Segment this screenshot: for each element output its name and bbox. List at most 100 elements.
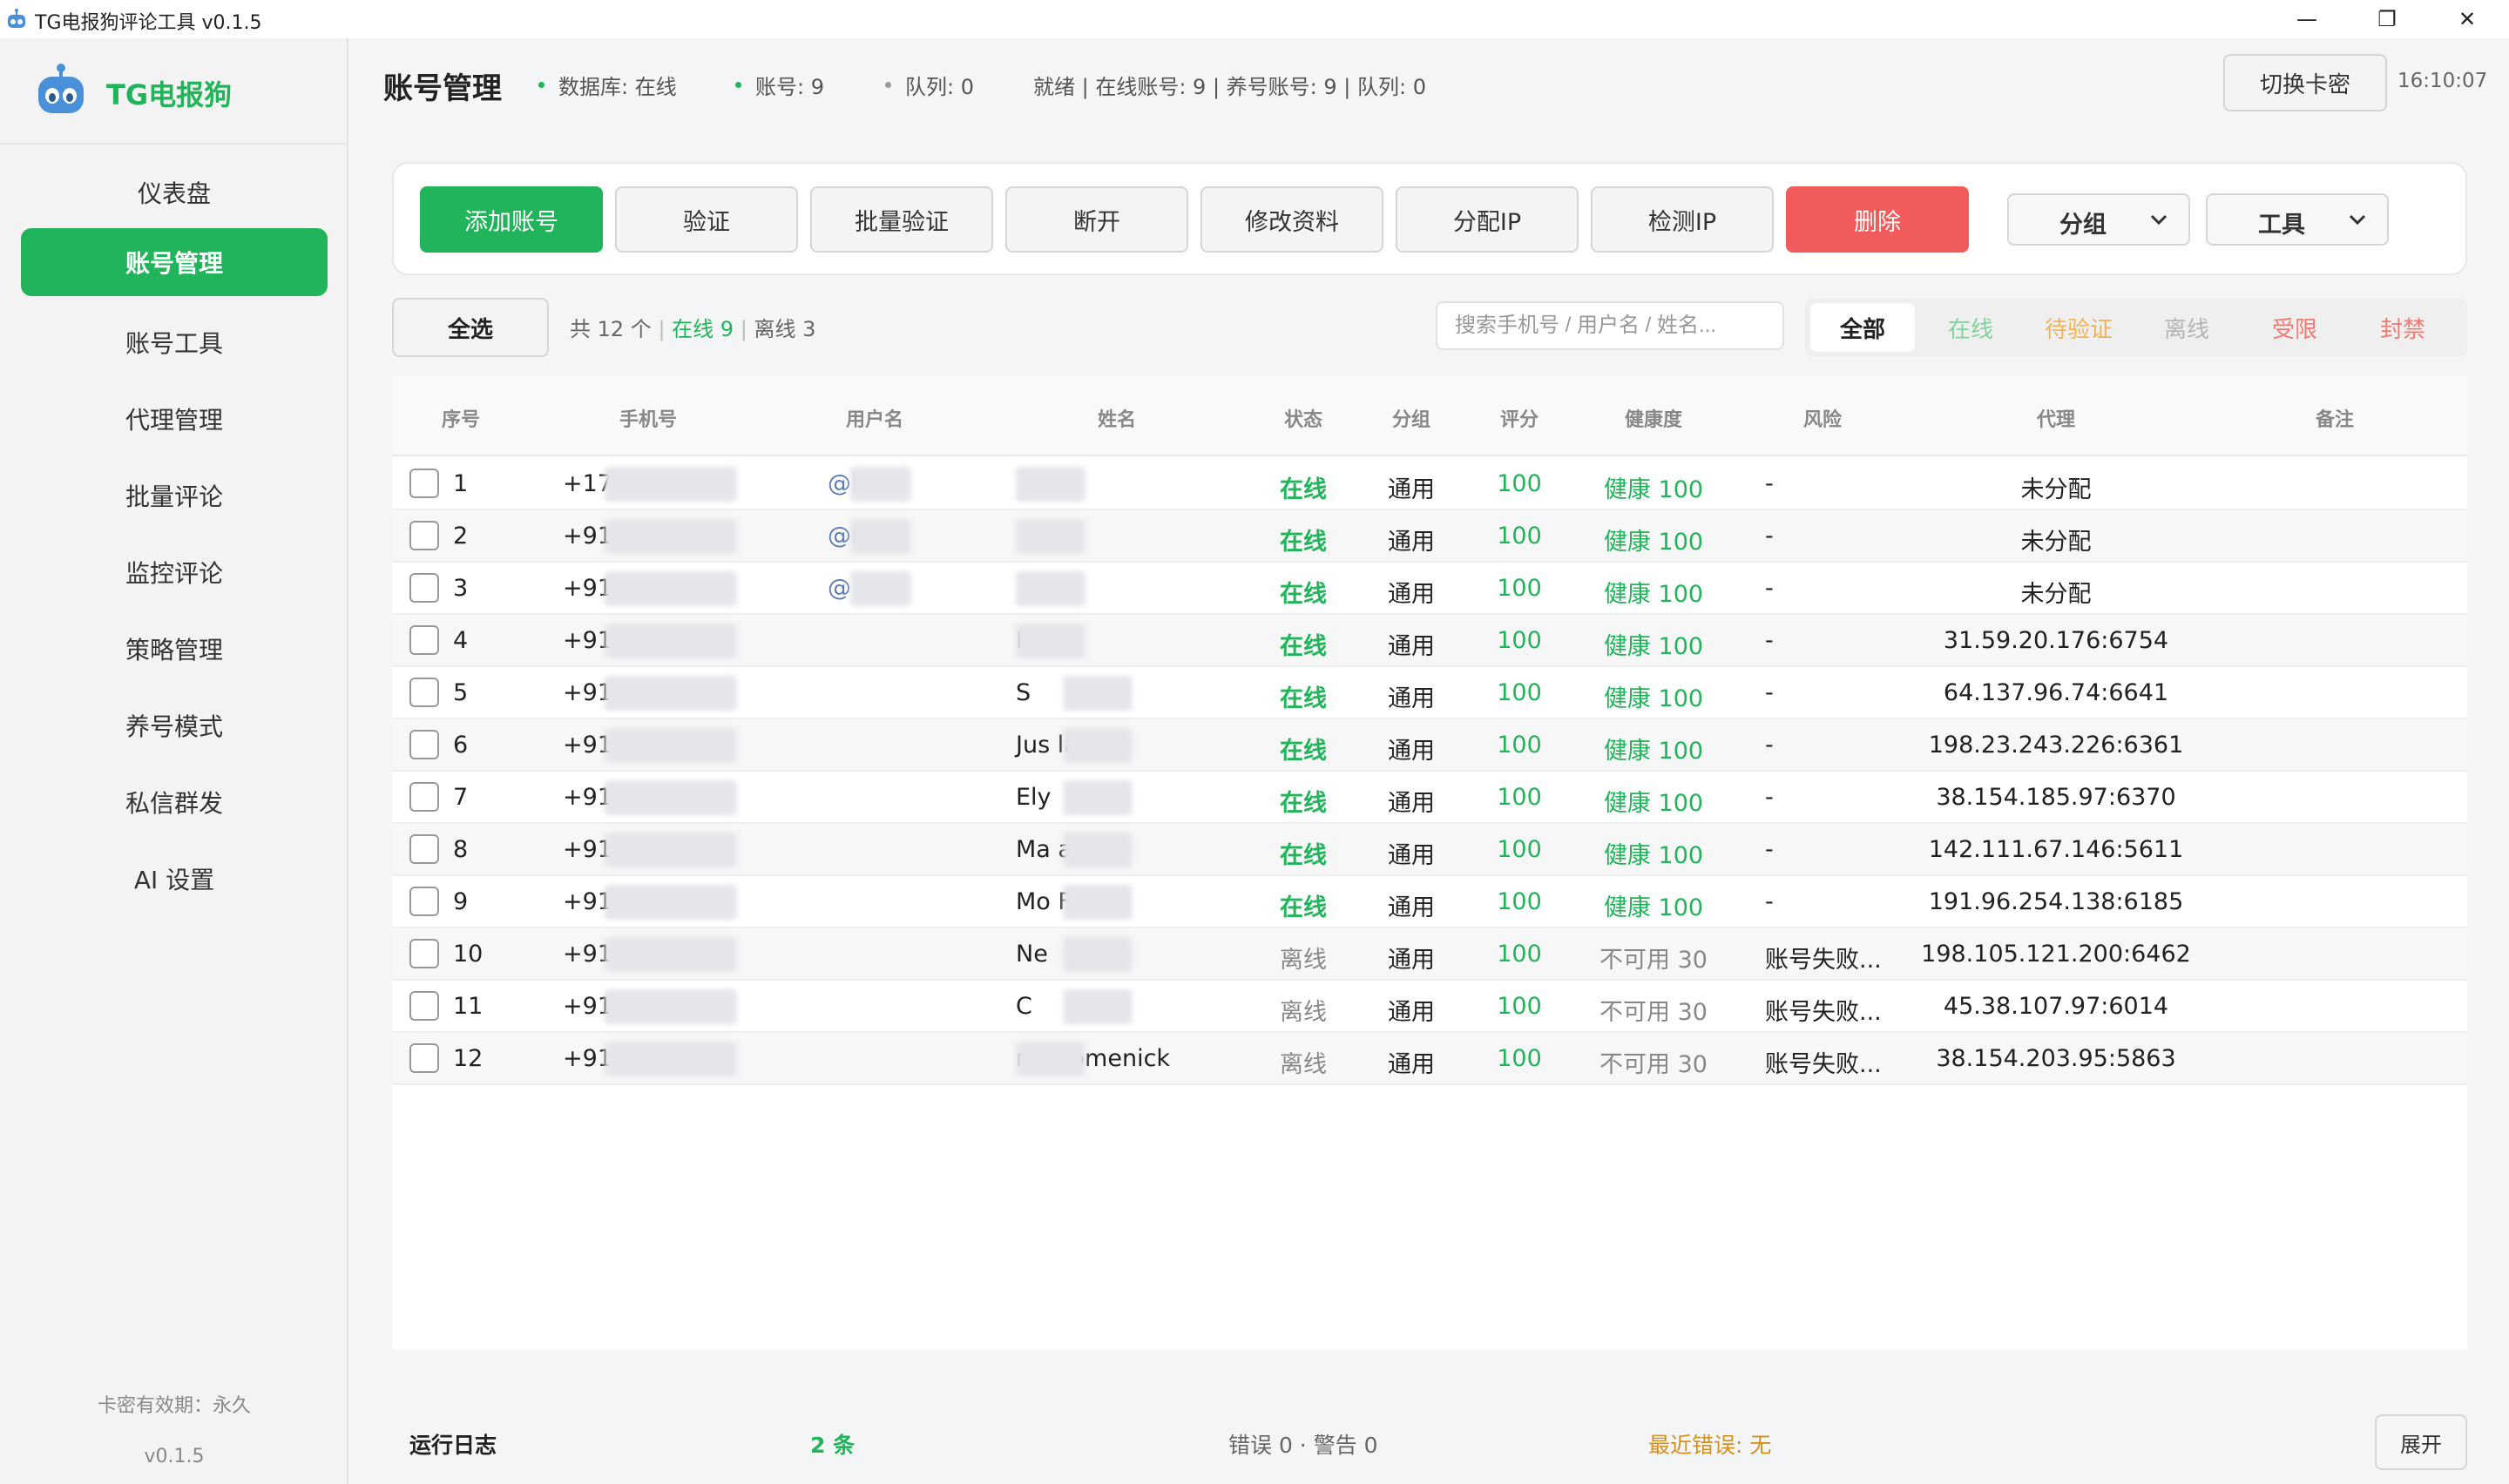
table-row[interactable]: 2 +91 @l 在线 通用 100 健康 100- 未分配 <box>392 510 2467 563</box>
table-row[interactable]: 8+918Ma anton在线通用100健康 100-142.111.67.14… <box>392 824 2467 876</box>
row-score: 100 <box>1497 627 1542 654</box>
row-checkbox[interactable] <box>409 469 439 498</box>
table-row[interactable]: 10 +918 Ne 离线 通用 100 不可用 30 账号失败... 198.105.121.… <box>392 928 2467 981</box>
row-checkbox[interactable] <box>409 625 439 655</box>
tools-dropdown[interactable]: 工具 <box>2206 193 2389 246</box>
row-group: 通用 <box>1388 790 1435 817</box>
db-status-dot <box>538 82 544 88</box>
redaction-blur <box>1063 728 1133 763</box>
redaction-blur <box>1016 519 1085 554</box>
table-row[interactable]: 3 +91 @ 在线 通用 100 健康 100- 未分配 <box>392 563 2467 615</box>
sidebar: TG电报狗 仪表盘 账号管理 账号工具 代理管理 批量评论 监控评论 策略管理 … <box>0 38 348 1484</box>
sidebar-item-batch-comment[interactable]: 批量评论 <box>21 462 328 530</box>
row-proxy: 198.23.243.226:6361 <box>1928 732 2184 759</box>
redaction-blur <box>605 676 737 711</box>
app-version: v0.1.5 <box>144 1446 205 1467</box>
sidebar-item-dashboard[interactable]: 仪表盘 <box>21 159 328 226</box>
table-row[interactable]: 4+91 0 Keefe在线通用100健康 100-31.59.20.176:6… <box>392 615 2467 667</box>
switch-license-button[interactable]: 切换卡密 <box>2223 54 2387 111</box>
table-row[interactable]: 5 +91 7 S 在线 通用 100 健康 100-64.137.96.74:6641 <box>392 667 2467 719</box>
batch-verify-button[interactable]: 批量验证 <box>810 186 993 253</box>
select-all-button[interactable]: 全选 <box>392 298 549 357</box>
tab-offline[interactable]: 离线 <box>2134 303 2239 352</box>
verify-button[interactable]: 验证 <box>615 186 798 253</box>
disconnect-button[interactable]: 断开 <box>1005 186 1188 253</box>
table-row[interactable]: 9+918Mo Ferry在线通用100健康 100-191.96.254.13… <box>392 876 2467 928</box>
group-dropdown[interactable]: 分组 <box>2007 193 2190 246</box>
col-header-status: 状态 <box>1283 409 1323 431</box>
log-title: 运行日志 <box>409 1433 497 1458</box>
redaction-blur <box>1063 676 1133 711</box>
row-score: 100 <box>1497 836 1542 863</box>
tab-banned[interactable]: 封禁 <box>2350 303 2455 352</box>
table-row[interactable]: 11+918 92C离线通用100不可用 30账号失败...45.38.107.… <box>392 981 2467 1033</box>
robot-logo-icon <box>38 64 84 113</box>
row-health: 健康 100 <box>1603 633 1704 660</box>
row-group: 通用 <box>1388 529 1435 556</box>
sidebar-item-ai-settings[interactable]: AI 设置 <box>21 845 328 913</box>
row-checkbox[interactable] <box>409 834 439 864</box>
delete-button[interactable]: 删除 <box>1786 186 1969 253</box>
close-window-button[interactable]: ✕ <box>2427 0 2507 38</box>
row-index: 9 <box>453 888 469 915</box>
row-status: 在线 <box>1280 790 1327 817</box>
row-health: 健康 100 <box>1603 894 1704 921</box>
row-proxy: 64.137.96.74:6641 <box>1943 679 2169 706</box>
col-header-score: 评分 <box>1499 409 1539 431</box>
row-checkbox[interactable] <box>409 887 439 916</box>
check-ip-button[interactable]: 检测IP <box>1591 186 1774 253</box>
window-title: TG电报狗评论工具 v0.1.5 <box>35 12 262 34</box>
row-health: 健康 100 <box>1603 842 1704 869</box>
redaction-blur <box>850 571 911 606</box>
redaction-blur <box>850 467 911 502</box>
row-proxy: 191.96.254.138:6185 <box>1928 888 2184 915</box>
row-group: 通用 <box>1388 999 1435 1026</box>
tab-online[interactable]: 在线 <box>1918 303 2023 352</box>
sidebar-item-mass-dm[interactable]: 私信群发 <box>21 768 328 836</box>
tab-pending-verify[interactable]: 待验证 <box>2026 303 2131 352</box>
tab-all[interactable]: 全部 <box>1810 303 1915 352</box>
expand-log-button[interactable]: 展开 <box>2375 1414 2467 1470</box>
maximize-button[interactable]: ❐ <box>2347 0 2427 38</box>
tab-restricted[interactable]: 受限 <box>2242 303 2347 352</box>
col-header-phone: 手机号 <box>619 409 678 431</box>
row-status: 离线 <box>1280 999 1327 1026</box>
row-status: 在线 <box>1280 581 1327 608</box>
table-row[interactable]: 1 +176 @b 在线 通用 100 健康 100- 未分配 <box>392 458 2467 510</box>
row-checkbox[interactable] <box>409 1043 439 1073</box>
search-input[interactable] <box>1436 301 1784 350</box>
queue-count-text: 队列: 0 <box>905 75 974 99</box>
row-checkbox[interactable] <box>409 573 439 603</box>
redaction-blur <box>605 728 737 763</box>
row-status: 在线 <box>1280 738 1327 765</box>
minimize-button[interactable]: — <box>2267 0 2347 38</box>
row-index: 7 <box>453 784 469 811</box>
total-count: 共 12 个 <box>570 317 652 341</box>
sidebar-item-proxy-management[interactable]: 代理管理 <box>21 385 328 453</box>
row-checkbox[interactable] <box>409 521 439 550</box>
license-validity: 卡密有效期：永久 <box>97 1395 251 1417</box>
edit-profile-button[interactable]: 修改资料 <box>1200 186 1383 253</box>
table-row[interactable]: 6 +91 2 Jus lauf 在线 通用 100 健康 100-198.23.243.2… <box>392 719 2467 772</box>
row-checkbox[interactable] <box>409 939 439 968</box>
log-error-summary: 错误 0 · 警告 0 <box>1228 1433 1378 1458</box>
sidebar-item-strategy[interactable]: 策略管理 <box>21 615 328 683</box>
add-account-button[interactable]: 添加账号 <box>420 186 603 253</box>
row-checkbox[interactable] <box>409 782 439 812</box>
sidebar-item-label: 策略管理 <box>125 636 223 664</box>
assign-ip-button[interactable]: 分配IP <box>1396 186 1579 253</box>
sidebar-item-account-management[interactable]: 账号管理 <box>21 228 328 296</box>
sidebar-item-account-nurture[interactable]: 养号模式 <box>21 691 328 759</box>
table-row[interactable]: 12+918 8 017 na Homenick离线通用100不可用 30账号失… <box>392 1033 2467 1085</box>
redaction-blur <box>605 780 737 815</box>
redaction-blur <box>605 467 737 502</box>
table-row[interactable]: 7 +91 5 Ely 在线 通用 100 健康 100-38.154.185.97:637… <box>392 772 2467 824</box>
row-checkbox[interactable] <box>409 991 439 1021</box>
table-header: 序号 手机号 用户名 姓名 状态 分组 评分 健康度 风险 代理 备注 <box>392 376 2467 456</box>
restore-icon: ❐ <box>2377 7 2397 31</box>
row-checkbox[interactable] <box>409 730 439 759</box>
sidebar-item-account-tools[interactable]: 账号工具 <box>21 308 328 376</box>
sidebar-item-monitor-comment[interactable]: 监控评论 <box>21 538 328 606</box>
row-checkbox[interactable] <box>409 678 439 707</box>
row-risk: - <box>1765 888 1774 915</box>
